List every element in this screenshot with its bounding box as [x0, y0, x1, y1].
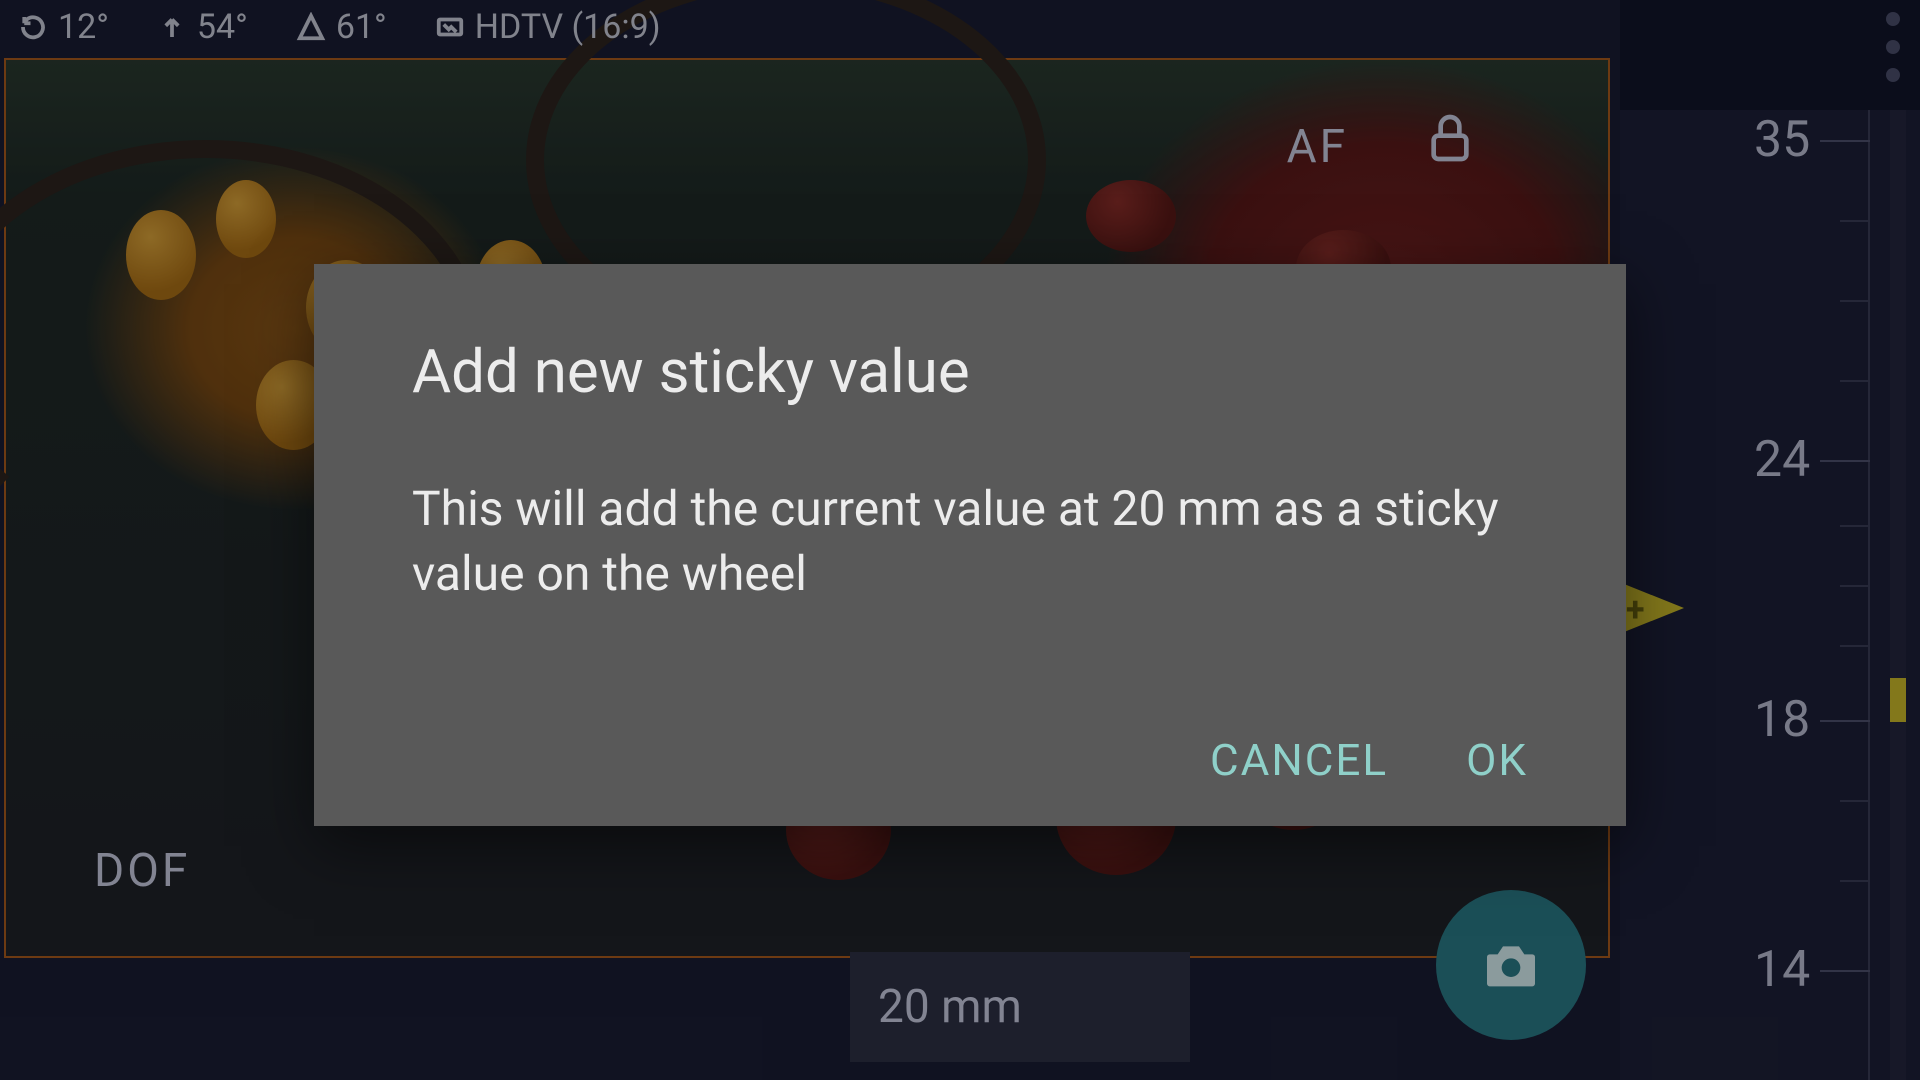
ok-button[interactable]: OK	[1466, 734, 1528, 786]
dialog-body: This will add the current value at 20 mm…	[412, 477, 1528, 734]
dialog-title: Add new sticky value	[412, 336, 1528, 407]
sticky-value-dialog: Add new sticky value This will add the c…	[314, 264, 1626, 826]
cancel-button[interactable]: CANCEL	[1210, 734, 1388, 786]
